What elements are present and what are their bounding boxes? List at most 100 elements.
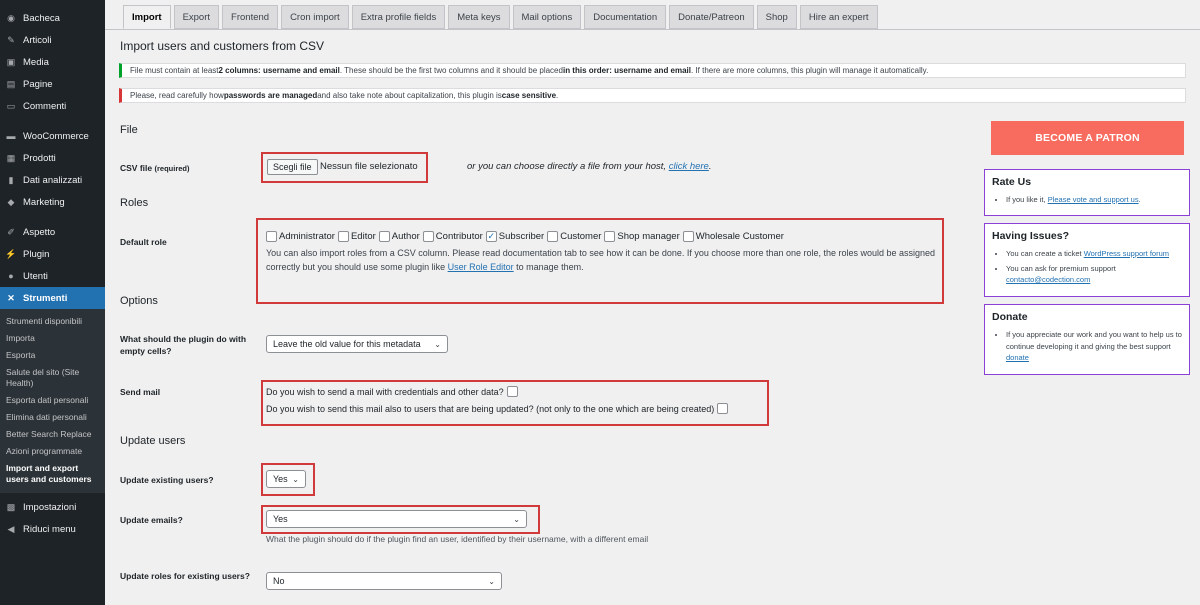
- tab-frontend[interactable]: Frontend: [222, 5, 279, 29]
- send-mail-label: Send mail: [120, 387, 161, 397]
- sidebar-item-label: Riduci menu: [23, 524, 76, 536]
- notice-text: File must contain at least: [130, 66, 219, 75]
- sidebar-item-label: WooCommerce: [23, 130, 89, 142]
- submenu-item[interactable]: Strumenti disponibili: [0, 313, 105, 330]
- sidebar-item-aspetto[interactable]: ✐ Aspetto: [0, 221, 105, 243]
- products-icon: ▦: [6, 152, 16, 163]
- sidebar-item-commenti[interactable]: ▭ Commenti: [0, 95, 105, 117]
- submenu-item[interactable]: Better Search Replace: [0, 426, 105, 443]
- issues-text: You can create a ticket: [1006, 249, 1084, 258]
- support-forum-link[interactable]: WordPress support forum: [1084, 249, 1169, 258]
- update-users-heading: Update users: [120, 435, 186, 447]
- empty-cells-select[interactable]: Leave the old value for this metadata ⌄: [266, 335, 448, 353]
- sidebar-item-label: Articoli: [23, 34, 52, 46]
- host-end: .: [708, 161, 712, 172]
- sidebar-item-label: Dati analizzati: [23, 174, 83, 186]
- submenu-item[interactable]: Elimina dati personali: [0, 409, 105, 426]
- sidebar-item-marketing[interactable]: ◆ Marketing: [0, 191, 105, 213]
- select-value: No: [273, 576, 285, 586]
- tools-submenu: Strumenti disponibili Importa Esporta Salut…: [0, 309, 105, 493]
- tab-extra-profile-fields[interactable]: Extra profile fields: [351, 5, 446, 29]
- sidebar-item-label: Aspetto: [23, 226, 56, 238]
- admin-sidebar: ◉ Bacheca ✎ Articoli ▣ Media ▤ Pagine ▭ Commenti …: [0, 0, 105, 605]
- update-existing-label: Update existing users?: [120, 475, 214, 485]
- tab-cron-import[interactable]: Cron import: [281, 5, 349, 29]
- tab-hire-an-expert[interactable]: Hire an expert: [799, 5, 878, 29]
- users-icon: ●: [8, 271, 14, 281]
- sidebar-item-articoli[interactable]: ✎ Articoli: [0, 29, 105, 51]
- rate-us-title: Rate Us: [992, 176, 1032, 188]
- notice-bold: case sensitive: [501, 91, 557, 100]
- settings-icon: ▩: [6, 502, 16, 513]
- submenu-item[interactable]: Esporta dati personali: [0, 392, 105, 409]
- sidebar-item-plugin[interactable]: ⚡ Plugin: [0, 243, 105, 265]
- highlight-box: [261, 380, 769, 426]
- notice-bold: in this order: username and email: [562, 66, 692, 75]
- options-heading: Options: [120, 295, 158, 307]
- sidebar-item-pagine[interactable]: ▤ Pagine: [0, 73, 105, 95]
- sidebar-item-riduci-menu[interactable]: ◀ Riduci menu: [0, 519, 105, 541]
- submenu-item[interactable]: Import and export users and customers: [0, 460, 105, 488]
- sidebar-item-impostazioni[interactable]: ▩ Impostazioni: [0, 497, 105, 519]
- rate-us-box: Rate Us If you like it, Please vote and …: [984, 169, 1190, 216]
- sidebar-item-label: Bacheca: [23, 12, 60, 24]
- chevron-down-icon: ⌄: [434, 339, 441, 349]
- wrench-icon: ✕: [7, 292, 15, 303]
- sidebar-item-label: Prodotti: [23, 152, 56, 164]
- update-roles-label: Update roles for existing users?: [120, 571, 250, 581]
- tab-meta-keys[interactable]: Meta keys: [448, 5, 510, 29]
- tab-export[interactable]: Export: [173, 5, 220, 29]
- highlight-box: [261, 505, 540, 534]
- sidebar-item-bacheca[interactable]: ◉ Bacheca: [0, 7, 105, 29]
- tab-donate-patreon[interactable]: Donate/Patreon: [669, 5, 754, 29]
- empty-cells-label: What should the plugin do with empty cel…: [120, 334, 247, 357]
- notice-columns: File must contain at least 2 columns: us…: [119, 63, 1186, 78]
- sidebar-item-strumenti[interactable]: ✕ Strumenti: [0, 287, 105, 309]
- plugin-icon: ⚡: [5, 248, 17, 259]
- sidebar-item-prodotti[interactable]: ▦ Prodotti: [0, 147, 105, 169]
- submenu-item[interactable]: Importa: [0, 330, 105, 347]
- csv-file-label: CSV file (required): [120, 162, 190, 175]
- roles-heading: Roles: [120, 197, 149, 209]
- submenu-item[interactable]: Azioni programmate: [0, 443, 105, 460]
- page-icon: ▤: [6, 78, 16, 89]
- chevron-down-icon: ⌄: [488, 576, 495, 586]
- sidebar-item-dati-analizzati[interactable]: ▮ Dati analizzati: [0, 169, 105, 191]
- sidebar-item-label: Plugin: [23, 248, 50, 260]
- donate-item: If you appreciate our work and you want …: [1006, 329, 1182, 364]
- default-role-label: Default role: [120, 237, 167, 247]
- rate-us-item: If you like it, Please vote and support …: [1006, 194, 1182, 206]
- donate-text: If you appreciate our work and you want …: [1006, 330, 1182, 351]
- having-issues-box: Having Issues? You can create a ticket W…: [984, 223, 1190, 297]
- notice-text: and also take note about capitalization,…: [317, 91, 502, 100]
- brush-icon: ✐: [7, 226, 15, 237]
- sidebar-item-utenti[interactable]: ● Utenti: [0, 265, 105, 287]
- donate-box: Donate If you appreciate our work and yo…: [984, 304, 1190, 375]
- submenu-item[interactable]: Esporta: [0, 347, 105, 364]
- submenu-item[interactable]: Salute del sito (Site Health): [0, 364, 105, 392]
- become-patron-button[interactable]: BECOME A PATRON: [991, 121, 1184, 155]
- sidebar-item-label: Strumenti: [23, 292, 68, 304]
- pin-icon: ✎: [7, 34, 15, 45]
- rate-end: .: [1138, 195, 1141, 204]
- notice-passwords: Please, read carefully how passwords are…: [119, 88, 1186, 103]
- notice-text: Please, read carefully how: [130, 91, 224, 100]
- click-here-link[interactable]: click here: [669, 161, 709, 172]
- highlight-box: [261, 463, 315, 496]
- analytics-icon: ▮: [8, 174, 14, 185]
- premium-support-link[interactable]: contacto@codection.com: [1006, 275, 1090, 284]
- update-roles-select[interactable]: No ⌄: [266, 572, 502, 590]
- donate-title: Donate: [992, 311, 1028, 323]
- tab-documentation[interactable]: Documentation: [584, 5, 667, 29]
- sidebar-item-label: Utenti: [23, 270, 48, 282]
- tab-import[interactable]: Import: [123, 5, 171, 29]
- sidebar-item-media[interactable]: ▣ Media: [0, 51, 105, 73]
- vote-link[interactable]: Please vote and support us: [1048, 195, 1139, 204]
- sidebar-item-woocommerce[interactable]: ▬ WooCommerce: [0, 125, 105, 147]
- tab-mail-options[interactable]: Mail options: [512, 5, 582, 29]
- sidebar-item-label: Pagine: [23, 78, 53, 90]
- donate-link[interactable]: donate: [1006, 353, 1029, 362]
- marketing-icon: ◆: [7, 196, 15, 207]
- update-emails-description: What the plugin should do if the plugin …: [266, 534, 649, 544]
- tab-shop[interactable]: Shop: [756, 5, 797, 29]
